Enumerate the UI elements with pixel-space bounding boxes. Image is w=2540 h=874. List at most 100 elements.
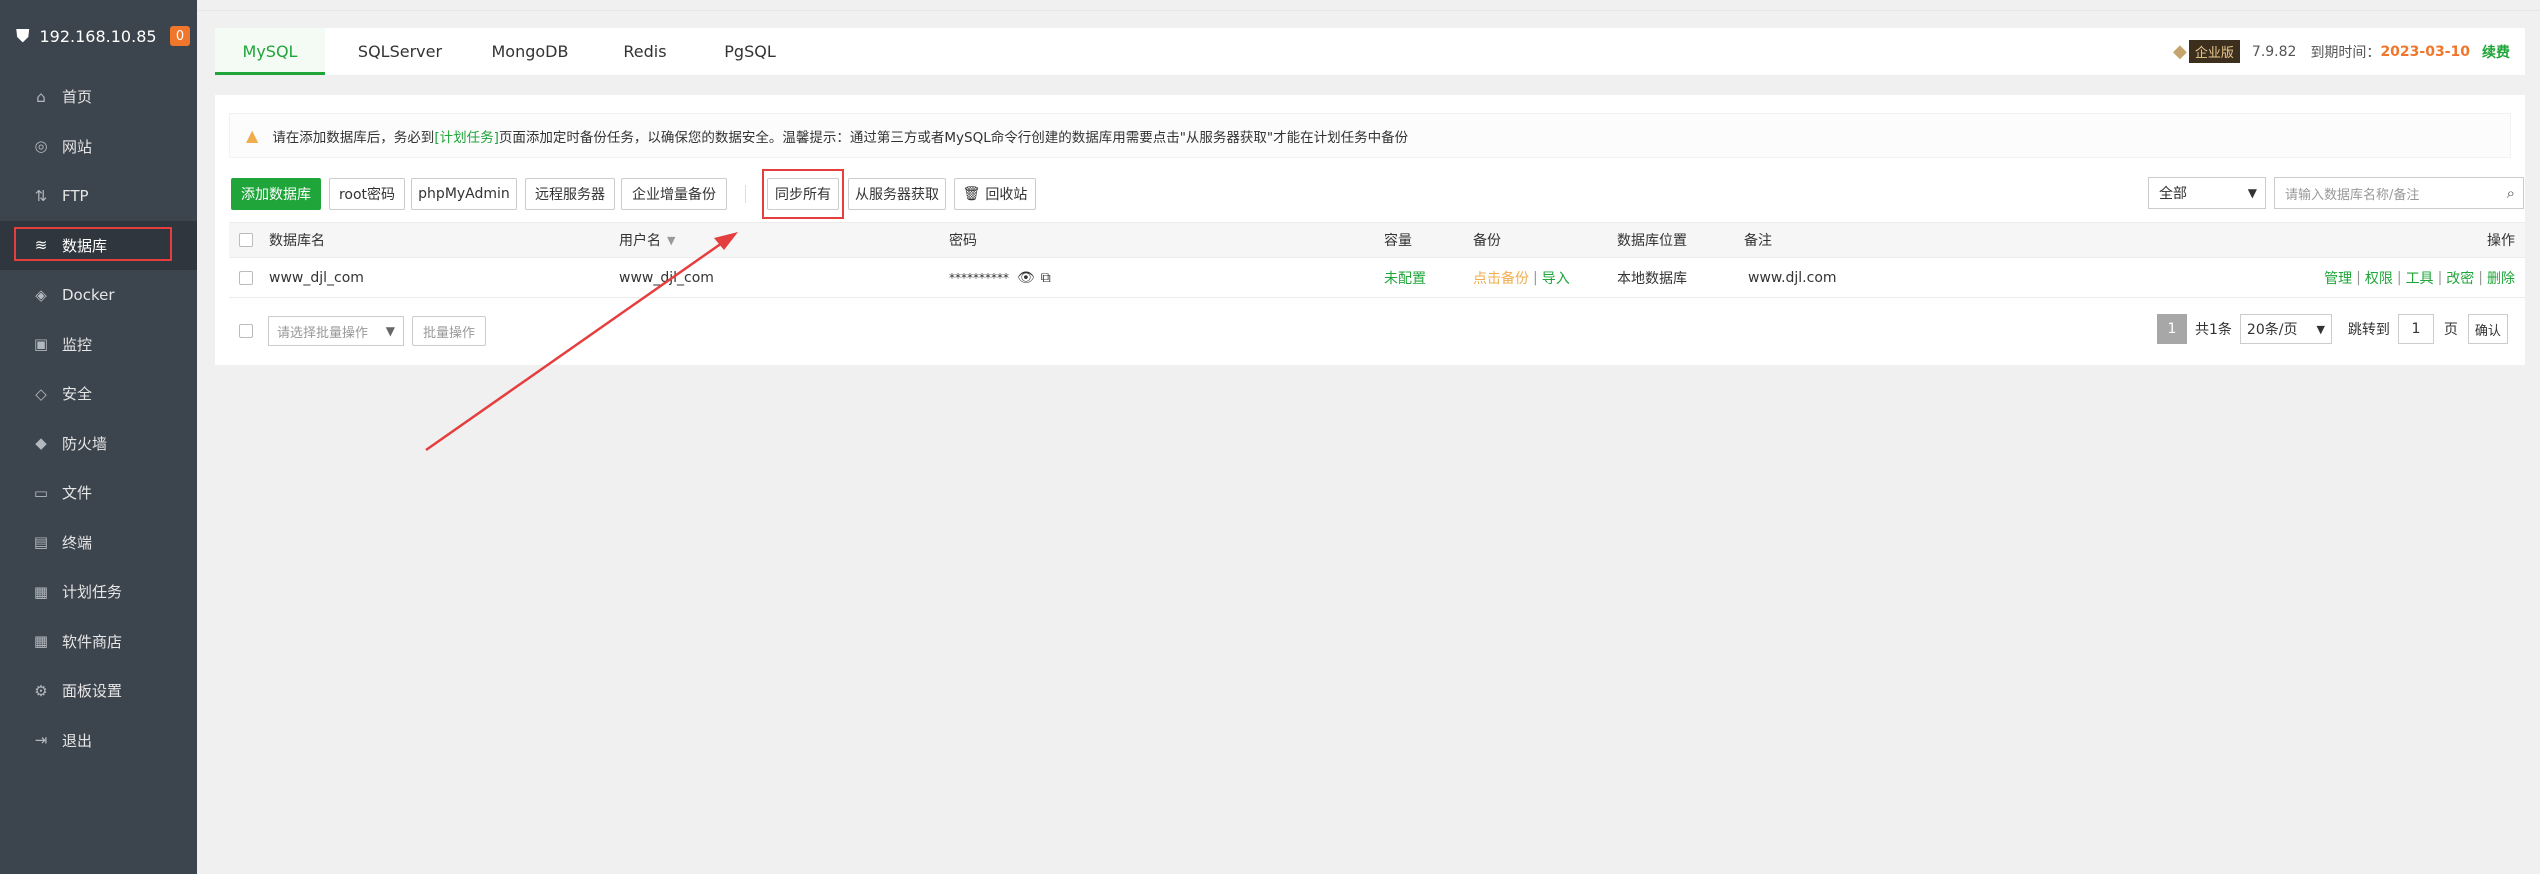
tab-mysql[interactable]: MySQL [215, 28, 325, 75]
cron-task-link[interactable]: [计划任务] [434, 126, 499, 146]
click-backup-link[interactable]: 点击备份 [1473, 268, 1529, 288]
permission-link[interactable]: 权限 [2365, 268, 2393, 288]
database-icon: ≋ [34, 236, 48, 255]
search-input[interactable]: 请输入数据库名称/备注 ⌕ [2274, 177, 2524, 209]
renew-link[interactable]: 续费 [2482, 42, 2510, 62]
batch-operation-button[interactable]: 批量操作 [412, 316, 486, 346]
terminal-icon: ▤ [33, 533, 49, 552]
backup-separator: | [1533, 269, 1538, 286]
edition-badge: 企业版 [2188, 40, 2240, 63]
ftp-icon: ⇅ [34, 186, 48, 205]
expire-label: 到期时间： [2310, 44, 2381, 61]
sidebar-item-9[interactable]: ▤ 终端 [0, 518, 197, 568]
sync-all-highlight [762, 169, 844, 219]
footer-select-all-checkbox[interactable] [239, 324, 253, 338]
sidebar-item-8[interactable]: ▭ 文件 [0, 468, 197, 518]
sidebar-item-12[interactable]: ⚙ 面板设置 [0, 666, 197, 716]
table-row: www_djl_com www_djl_com ********** 👁 ⧉ 未… [229, 258, 2525, 298]
sidebar-item-3[interactable]: ≋ 数据库 [0, 220, 197, 270]
phpmyadmin-button[interactable]: phpMyAdmin [411, 178, 517, 210]
database-filter-select[interactable]: 全部 ▼ [2148, 177, 2266, 209]
chevron-down-icon: ▼ [2247, 186, 2257, 200]
database-type-tabs: MySQL SQLServer MongoDB Redis PgSQL ◆ 企业… [215, 28, 2525, 76]
page-current[interactable]: 1 [2157, 314, 2187, 344]
jump-confirm-button[interactable]: 确认 [2467, 314, 2508, 344]
globe-icon: ◎ [34, 137, 48, 156]
monitor-icon: ▣ [33, 335, 49, 354]
row-actions: 管理 | 权限 | 工具 | 改密 | 删除 [2324, 268, 2515, 288]
sidebar-item-4[interactable]: ◈ Docker [0, 270, 197, 320]
recycle-bin-button[interactable]: 🗑 回收站 [954, 178, 1036, 210]
tab-mongodb[interactable]: MongoDB [465, 28, 595, 75]
col-user-label: 用户名 [619, 233, 661, 249]
sidebar-item-10[interactable]: ▦ 计划任务 [0, 567, 197, 617]
change-password-link[interactable]: 改密 [2446, 268, 2474, 288]
col-name: 数据库名 [269, 233, 325, 249]
firewall-icon: ◆ [35, 434, 47, 453]
total-count: 共1条 [2195, 322, 2232, 338]
fetch-from-server-button[interactable]: 从服务器获取 [848, 178, 946, 210]
sidebar-item-5[interactable]: ▣ 监控 [0, 320, 197, 370]
sidebar-nav: ⌂ 首页 ◎ 网站 ⇅ FTP ≋ 数据库 ◈ Docker ▣ 监控 ◇ 安全 ◆ 防火墙 ▭ 文件 ▤ 终端 ▦ 计划… [0, 72, 197, 765]
apps-icon: ▦ [33, 632, 49, 651]
search-placeholder: 请输入数据库名称/备注 [2285, 187, 2420, 203]
home-icon: ⌂ [36, 87, 46, 106]
panel-logo-icon: ⛊ [16, 25, 30, 47]
row-checkbox[interactable] [239, 270, 253, 285]
add-database-button[interactable]: 添加数据库 [231, 178, 321, 210]
sidebar-item-6[interactable]: ◇ 安全 [0, 369, 197, 419]
col-user[interactable]: 用户名 ▼ [619, 223, 675, 257]
server-ip: 192.168.10.85 [39, 26, 157, 46]
tab-sqlserver[interactable]: SQLServer [335, 28, 465, 75]
sort-icon[interactable]: ▼ [667, 234, 675, 247]
sidebar-item-label: 面板设置 [62, 682, 123, 701]
sidebar-item-0[interactable]: ⌂ 首页 [0, 72, 197, 122]
db-remark[interactable]: www.djl.com [1748, 258, 1837, 297]
sidebar-item-label: Docker [62, 285, 115, 304]
import-link[interactable]: 导入 [1542, 268, 1570, 288]
col-location: 数据库位置 [1617, 233, 1687, 249]
top-strip [197, 0, 2540, 11]
sidebar-item-label: FTP [62, 186, 89, 205]
copy-icon[interactable]: ⧉ [1041, 270, 1051, 286]
delete-link[interactable]: 删除 [2487, 268, 2515, 288]
sidebar-item-7[interactable]: ◆ 防火墙 [0, 419, 197, 469]
manage-link[interactable]: 管理 [2324, 268, 2352, 288]
sidebar-item-label: 监控 [62, 335, 93, 354]
docker-icon: ◈ [35, 285, 47, 304]
sidebar-item-2[interactable]: ⇅ FTP [0, 171, 197, 221]
notification-badge[interactable]: 0 [170, 26, 190, 46]
notice-prefix: 请在添加数据库后，务必到 [272, 129, 435, 146]
sidebar-item-1[interactable]: ◎ 网站 [0, 122, 197, 172]
backup-cell: 点击备份 | 导入 [1473, 258, 1570, 297]
select-all-checkbox[interactable] [239, 233, 253, 247]
root-password-button[interactable]: root密码 [329, 178, 405, 210]
eye-icon[interactable]: 👁 [1017, 270, 1035, 286]
col-password: 密码 [949, 233, 977, 249]
calendar-icon: ▦ [33, 582, 49, 601]
batch-operation-select[interactable]: 请选择批量操作 ▼ [268, 316, 404, 346]
batch-placeholder: 请选择批量操作 [277, 325, 369, 341]
sidebar-item-11[interactable]: ▦ 软件商店 [0, 617, 197, 667]
chevron-down-icon: ▼ [2316, 322, 2325, 336]
backup-notice: ▲ 请在添加数据库后，务必到 [计划任务] 页面添加定时备份任务，以确保您的数据… [229, 113, 2511, 158]
sidebar-item-label: 文件 [62, 484, 93, 503]
remote-server-button[interactable]: 远程服务器 [525, 178, 615, 210]
col-capacity: 容量 [1384, 233, 1412, 249]
tab-pgsql[interactable]: PgSQL [695, 28, 805, 75]
gear-icon: ⚙ [34, 681, 48, 700]
tab-redis[interactable]: Redis [595, 28, 695, 75]
db-user: www_djl_com [619, 269, 714, 286]
sidebar-item-13[interactable]: ⇥ 退出 [0, 716, 197, 766]
sidebar-item-label: 网站 [62, 137, 93, 156]
enterprise-backup-button[interactable]: 企业增量备份 [621, 178, 727, 210]
page-size-select[interactable]: 20条/页 ▼ [2239, 314, 2332, 344]
db-capacity[interactable]: 未配置 [1384, 258, 1426, 297]
col-backup: 备份 [1473, 233, 1501, 249]
sidebar-item-label: 数据库 [62, 236, 108, 255]
search-icon[interactable]: ⌕ [2507, 184, 2515, 202]
sidebar-item-label: 软件商店 [62, 632, 123, 651]
tools-link[interactable]: 工具 [2406, 268, 2434, 288]
jump-page-input[interactable]: 1 [2397, 314, 2434, 344]
expire-date: 2023-03-10 [2380, 43, 2470, 60]
